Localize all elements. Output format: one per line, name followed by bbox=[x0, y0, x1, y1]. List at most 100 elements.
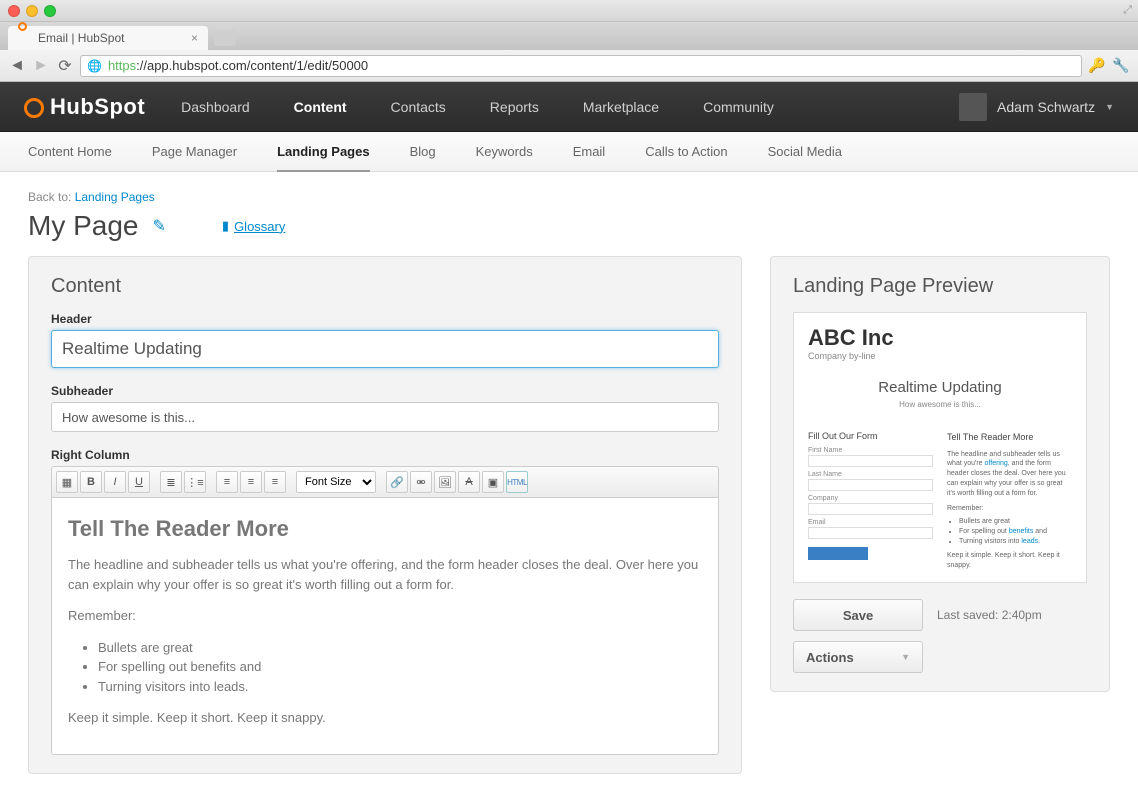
preview-canvas: ABC Inc Company by-line Realtime Updatin… bbox=[793, 312, 1087, 583]
user-name: Adam Schwartz bbox=[997, 99, 1095, 115]
window-titlebar: ⤢ bbox=[0, 0, 1138, 22]
glossary-link[interactable]: ▮ Glossary bbox=[222, 218, 285, 234]
window-fullscreen-icon[interactable]: ⤢ bbox=[1123, 4, 1132, 17]
editor-bullet-1: Bullets are great bbox=[98, 638, 702, 658]
preview-field-company bbox=[808, 503, 933, 515]
browser-tab[interactable]: Email | HubSpot × bbox=[8, 26, 208, 50]
toolbar-media-button[interactable]: ▣ bbox=[482, 471, 504, 493]
preview-field-email bbox=[808, 527, 933, 539]
breadcrumb-link[interactable]: Landing Pages bbox=[75, 190, 155, 204]
url-protocol: https bbox=[108, 58, 136, 73]
content-panel-title: Content bbox=[51, 275, 719, 298]
preview-form-col: Fill Out Our Form First Name Last Name C… bbox=[808, 431, 933, 570]
subnav-blog[interactable]: Blog bbox=[410, 133, 436, 170]
toolbar-unlink-button[interactable]: ⚮ bbox=[410, 471, 432, 493]
preview-right-remember: Remember: bbox=[947, 504, 1072, 514]
header-label: Header bbox=[51, 312, 719, 326]
subnav-content-home[interactable]: Content Home bbox=[28, 133, 112, 170]
user-menu[interactable]: Adam Schwartz ▼ bbox=[959, 93, 1114, 121]
subnav-landing-pages[interactable]: Landing Pages bbox=[277, 133, 369, 172]
forward-button[interactable]: ► bbox=[32, 57, 50, 75]
toolbar-italic-button[interactable]: I bbox=[104, 471, 126, 493]
address-bar[interactable]: 🌐 https://app.hubspot.com/content/1/edit… bbox=[80, 55, 1082, 77]
preview-right-col: Tell The Reader More The headline and su… bbox=[947, 431, 1072, 570]
tab-close-icon[interactable]: × bbox=[191, 31, 198, 45]
nav-content[interactable]: Content bbox=[294, 99, 347, 115]
breadcrumb: Back to: Landing Pages bbox=[28, 190, 1110, 204]
extensions-icon[interactable]: 🔑 bbox=[1088, 57, 1106, 74]
editor-heading: Tell The Reader More bbox=[68, 512, 702, 545]
edit-title-icon[interactable]: ✎ bbox=[153, 216, 166, 236]
editor-body[interactable]: Tell The Reader More The headline and su… bbox=[51, 497, 719, 755]
toolbar-underline-button[interactable]: U bbox=[128, 471, 150, 493]
save-button[interactable]: Save bbox=[793, 599, 923, 631]
subnav-page-manager[interactable]: Page Manager bbox=[152, 133, 237, 170]
subnav-keywords[interactable]: Keywords bbox=[476, 133, 533, 170]
sprocket-icon bbox=[24, 96, 46, 118]
nav-dashboard[interactable]: Dashboard bbox=[181, 99, 250, 115]
nav-community[interactable]: Community bbox=[703, 99, 774, 115]
content-panel: Content Header Subheader Right Column ▦ … bbox=[28, 256, 742, 774]
toolbar-grid-icon[interactable]: ▦ bbox=[56, 471, 78, 493]
subnav-social-media[interactable]: Social Media bbox=[768, 133, 842, 170]
sub-nav: Content Home Page Manager Landing Pages … bbox=[0, 132, 1138, 172]
toolbar-align-center-button[interactable]: ≡ bbox=[240, 471, 262, 493]
wrench-icon[interactable]: 🔧 bbox=[1112, 57, 1130, 74]
tab-title: Email | HubSpot bbox=[38, 31, 125, 45]
preview-right-closing: Keep it simple. Keep it short. Keep it s… bbox=[947, 551, 1072, 571]
hubspot-logo[interactable]: HubSpot bbox=[24, 94, 145, 120]
toolbar-html-button[interactable]: HTML bbox=[506, 471, 528, 493]
preview-panel: Landing Page Preview ABC Inc Company by-… bbox=[770, 256, 1110, 692]
preview-field-firstname bbox=[808, 455, 933, 467]
toolbar-align-left-button[interactable]: ≡ bbox=[216, 471, 238, 493]
preview-field-email-label: Email bbox=[808, 519, 933, 526]
subnav-calls-to-action[interactable]: Calls to Action bbox=[645, 133, 727, 170]
preview-right-bullet-1: Bullets are great bbox=[959, 517, 1072, 527]
toolbar-image-button[interactable]: 🖼 bbox=[434, 471, 456, 493]
preview-right-bullet-3: Turning visitors into leads. bbox=[959, 537, 1072, 547]
window-minimize-button[interactable] bbox=[26, 5, 38, 17]
editor-bullet-2: For spelling out benefits and bbox=[98, 657, 702, 677]
toolbar-bold-button[interactable]: B bbox=[80, 471, 102, 493]
preview-field-firstname-label: First Name bbox=[808, 447, 933, 454]
toolbar-number-list-button[interactable]: ⋮≡ bbox=[184, 471, 206, 493]
editor-toolbar: ▦ B I U ≣ ⋮≡ ≡ ≡ ≡ Font Size 🔗 ⚮ 🖼 bbox=[51, 466, 719, 497]
toolbar-bullet-list-button[interactable]: ≣ bbox=[160, 471, 182, 493]
preview-form-heading: Fill Out Our Form bbox=[808, 431, 933, 441]
reload-button[interactable]: ⟳ bbox=[56, 56, 74, 76]
hubspot-favicon bbox=[18, 31, 32, 45]
header-input[interactable] bbox=[51, 330, 719, 368]
nav-marketplace[interactable]: Marketplace bbox=[583, 99, 659, 115]
subheader-input[interactable] bbox=[51, 402, 719, 432]
preview-right-bullet-2: For spelling out benefits and bbox=[959, 527, 1072, 537]
rightcol-label: Right Column bbox=[51, 448, 719, 462]
preview-right-p1: The headline and subheader tells us what… bbox=[947, 450, 1072, 499]
page-title: My Page bbox=[28, 210, 139, 242]
glossary-label: Glossary bbox=[234, 219, 285, 234]
toolbar-font-size-select[interactable]: Font Size bbox=[296, 471, 376, 493]
toolbar-align-right-button[interactable]: ≡ bbox=[264, 471, 286, 493]
nav-reports[interactable]: Reports bbox=[490, 99, 539, 115]
avatar bbox=[959, 93, 987, 121]
page-content: Back to: Landing Pages My Page ✎ ▮ Gloss… bbox=[0, 172, 1138, 792]
preview-panel-title: Landing Page Preview bbox=[793, 275, 1087, 298]
nav-contacts[interactable]: Contacts bbox=[391, 99, 446, 115]
window-close-button[interactable] bbox=[8, 5, 20, 17]
browser-tab-strip: Email | HubSpot × bbox=[0, 22, 1138, 50]
subnav-email[interactable]: Email bbox=[573, 133, 606, 170]
preview-byline: Company by-line bbox=[808, 351, 1072, 361]
actions-dropdown[interactable]: Actions ▼ bbox=[793, 641, 923, 673]
new-tab-button[interactable] bbox=[214, 30, 236, 46]
back-button[interactable]: ◄ bbox=[8, 57, 26, 75]
editor-closing: Keep it simple. Keep it short. Keep it s… bbox=[68, 708, 702, 728]
preview-right-heading: Tell The Reader More bbox=[947, 431, 1072, 444]
chevron-down-icon: ▼ bbox=[1105, 102, 1114, 112]
editor-remember: Remember: bbox=[68, 606, 702, 626]
globe-icon: 🌐 bbox=[87, 59, 102, 73]
preview-hero-title: Realtime Updating bbox=[808, 379, 1072, 396]
subheader-label: Subheader bbox=[51, 384, 719, 398]
window-maximize-button[interactable] bbox=[44, 5, 56, 17]
toolbar-clear-format-button[interactable]: A bbox=[458, 471, 480, 493]
toolbar-link-button[interactable]: 🔗 bbox=[386, 471, 408, 493]
logo-text: HubSpot bbox=[50, 94, 145, 120]
